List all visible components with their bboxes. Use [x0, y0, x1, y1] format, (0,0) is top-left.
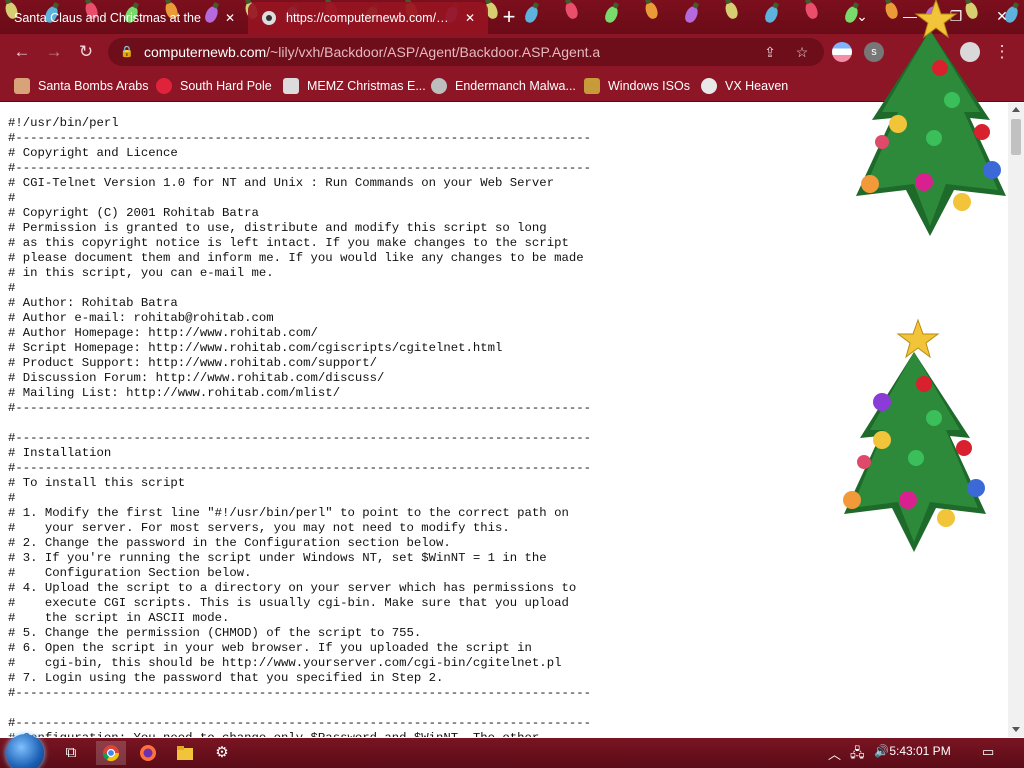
close-icon[interactable]: ✕ — [462, 10, 478, 26]
vx-icon — [701, 78, 717, 94]
tray-chevron-icon[interactable]: ︿ — [828, 744, 841, 763]
network-icon[interactable]: 🖧 — [850, 744, 865, 766]
page-icon — [283, 78, 299, 94]
file-explorer-icon[interactable] — [170, 741, 200, 765]
bookmark-south-hard-pole[interactable]: South Hard Pole — [156, 76, 272, 96]
address-bar[interactable]: 🔒 computernewb.com/~lily/vxh/Backdoor/AS… — [108, 38, 824, 66]
raccoon-icon — [431, 78, 447, 94]
perl-source-text[interactable]: #!/usr/bin/perl #-----------------------… — [8, 116, 591, 737]
christmas-tree-decoration — [843, 318, 986, 552]
bookmark-vx-heaven[interactable]: VX Heaven — [701, 76, 788, 96]
bookmark-endermanch[interactable]: Endermanch Malwa... — [431, 76, 576, 96]
tab-title: https://computernewb.com/~lily — [286, 11, 454, 25]
bookmark-label: Santa Bombs Arabs — [38, 79, 149, 93]
bookmark-label: MEMZ Christmas E... — [307, 79, 426, 93]
forward-arrow-icon[interactable]: → — [40, 38, 68, 66]
notifications-icon[interactable]: ▭ — [982, 744, 994, 760]
christmas-light-bulb — [602, 4, 621, 25]
share-icon[interactable]: ⇪ — [760, 42, 780, 62]
taskbar-clock[interactable]: 5:43:01 PM — [872, 744, 968, 758]
star-flake-icon — [156, 78, 172, 94]
bookmark-label: South Hard Pole — [180, 79, 272, 93]
christmas-tree-decoration — [856, 0, 1006, 236]
christmas-light-bulb — [643, 0, 660, 21]
bookmark-label: Windows ISOs — [608, 79, 690, 93]
close-icon[interactable]: ✕ — [222, 10, 238, 26]
url-path: /~lily/vxh/Backdoor/ASP/Agent/Backdoor.A… — [266, 44, 601, 60]
christmas-light-bulb — [563, 0, 580, 21]
christmas-light-bulb — [522, 4, 541, 25]
tab-title: Santa Claus and Christmas at the — [14, 11, 201, 25]
start-button[interactable] — [6, 734, 44, 768]
chrome-icon[interactable] — [96, 741, 126, 765]
santa-icon — [14, 78, 30, 94]
tab-computernewb[interactable]: https://computernewb.com/~lily ✕ — [248, 2, 488, 34]
bookmark-label: VX Heaven — [725, 79, 789, 93]
christmas-light-bulb — [803, 0, 820, 21]
task-view-icon[interactable]: ⧉ — [56, 741, 86, 765]
favicon-icon — [262, 11, 276, 25]
back-arrow-icon[interactable]: ← — [8, 38, 36, 66]
url-text[interactable]: computernewb.com/~lily/vxh/Backdoor/ASP/… — [144, 44, 600, 60]
christmas-light-bulb — [723, 0, 740, 21]
script-app-icon[interactable]: ⚙ — [207, 741, 237, 765]
firefox-icon[interactable] — [133, 741, 163, 765]
bookmark-santa-bombs[interactable]: Santa Bombs Arabs — [14, 76, 148, 96]
browser-window: { "tabs": [ {"title": "Santa Claus and C… — [0, 0, 1024, 768]
bookmark-memz[interactable]: MEMZ Christmas E... — [283, 76, 426, 96]
christmas-light-bulb — [682, 4, 701, 25]
url-host: computernewb.com — [144, 44, 267, 60]
bookmark-label: Endermanch Malwa... — [455, 79, 576, 93]
tab-santa[interactable]: Santa Claus and Christmas at the ✕ — [0, 2, 248, 34]
scroll-down-icon[interactable] — [1012, 727, 1020, 732]
bookmark-star-icon[interactable]: ☆ — [792, 42, 812, 62]
reload-icon[interactable]: ↻ — [72, 38, 100, 66]
windows-taskbar: ⧉ ⚙ ︿ 🖧 🔊 5:43:01 PM ▭ — [0, 734, 1024, 768]
figure-icon — [584, 78, 600, 94]
new-tab-button[interactable]: + — [497, 6, 521, 30]
christmas-light-bulb — [762, 4, 781, 25]
lock-icon[interactable]: 🔒 — [120, 45, 134, 59]
bookmark-windows-isos[interactable]: Windows ISOs — [584, 76, 690, 96]
